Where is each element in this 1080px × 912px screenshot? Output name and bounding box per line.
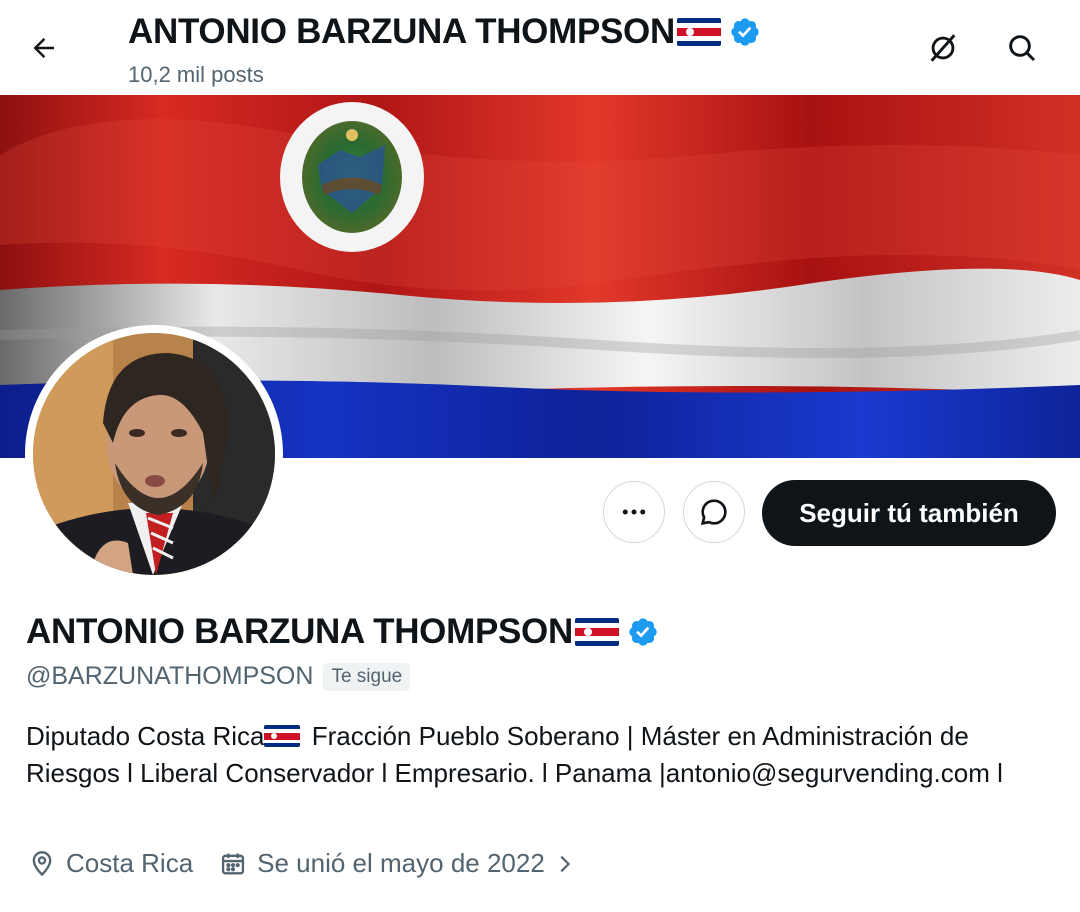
costa-rica-flag-icon [574,618,619,646]
header-title-row: ANTONIO BARZUNA THOMPSON [128,12,761,52]
back-button[interactable] [22,26,66,70]
handle-row: @BARZUNATHOMPSON Te sigue [26,662,411,691]
bio: Diputado Costa Rica Fracción Pueblo Sobe… [26,718,1056,792]
calendar-icon [222,853,245,874]
message-button[interactable] [683,481,745,543]
location-pin-icon [32,850,52,876]
follows-you-badge: Te sigue [323,662,411,691]
costa-rica-flag-icon [676,18,721,46]
join-date[interactable]: Se unió el mayo de 2022 [219,848,575,879]
avatar-photo [33,333,275,575]
top-bar: ANTONIO BARZUNA THOMPSON 10,2 mil posts [0,0,1080,95]
follow-button[interactable]: Seguir tú también [762,480,1056,546]
message-icon [700,499,727,526]
display-name: ANTONIO BARZUNA THOMPSON [26,612,573,651]
back-arrow-icon [33,38,54,58]
bio-text-part1: Diputado Costa Rica [26,721,265,751]
join-date-text: Se unió el mayo de 2022 [257,848,545,878]
verified-badge-icon[interactable] [627,616,659,648]
handle: @BARZUNATHOMPSON [26,662,314,690]
grok-icon [930,34,956,62]
display-name-row: ANTONIO BARZUNA THOMPSON [26,612,659,652]
more-icon [622,509,646,515]
header-title: ANTONIO BARZUNA THOMPSON [128,12,675,51]
costa-rica-flag-icon [264,725,301,748]
chevron-right-icon [560,855,570,872]
profile-meta: Costa Rica Se unió el mayo de 2022 [28,848,575,879]
location: Costa Rica [28,848,193,879]
location-text: Costa Rica [66,848,194,878]
avatar[interactable] [33,333,275,575]
search-icon [1009,35,1036,62]
more-button[interactable] [603,481,665,543]
grok-button[interactable] [921,26,965,70]
search-button[interactable] [1000,26,1044,70]
verified-badge-icon [729,16,761,48]
posts-count: 10,2 mil posts [128,62,264,87]
